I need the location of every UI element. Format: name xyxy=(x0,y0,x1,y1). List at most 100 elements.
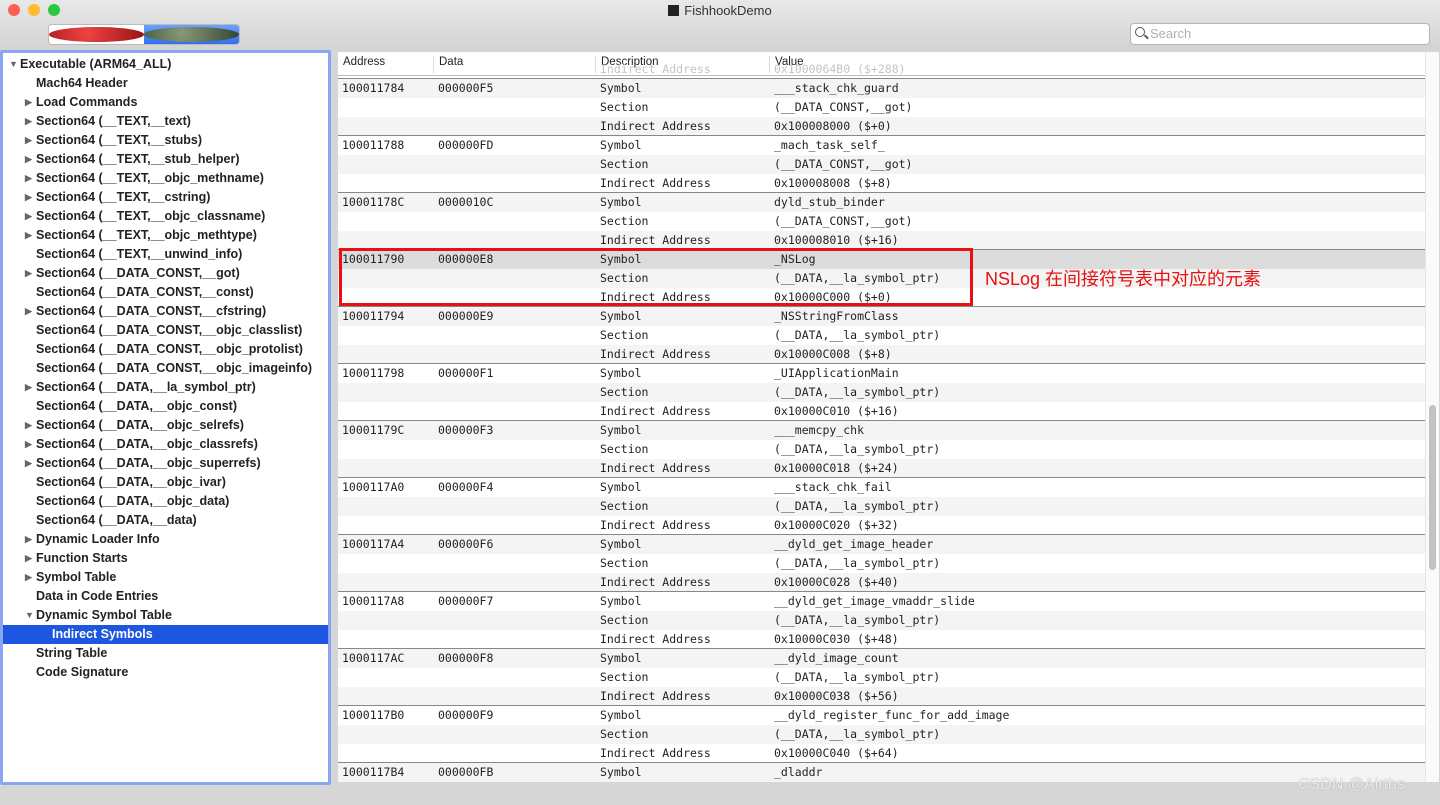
disclosure-closed-icon[interactable]: ▶ xyxy=(25,93,32,112)
segment-raw[interactable] xyxy=(49,25,144,44)
sidebar-item[interactable]: ▶ Symbol Table xyxy=(3,568,328,587)
table-row[interactable]: 100011788 000000FD Symbol _mach_task_self_ xyxy=(338,136,1425,155)
table-row[interactable]: Indirect Address 0x10000C038 ($+56) xyxy=(338,687,1425,706)
sidebar-item[interactable]: ▶ Dynamic Loader Info xyxy=(3,530,328,549)
segment-rva[interactable] xyxy=(144,25,239,44)
disclosure-closed-icon[interactable]: ▶ xyxy=(25,150,32,169)
sidebar-item[interactable]: ▼ Executable (ARM64_ALL) xyxy=(3,55,328,74)
table-row[interactable]: Indirect Address 0x100008000 ($+0) xyxy=(338,117,1425,136)
sidebar-item-label: Section64 (__DATA,__objc_ivar) xyxy=(36,475,226,489)
table-row[interactable]: Section (__DATA_CONST,__got) xyxy=(338,212,1425,231)
sidebar-item[interactable]: Code Signature xyxy=(3,663,328,682)
description-cell: Section xyxy=(600,727,649,741)
table-row[interactable]: 100011798 000000F1 Symbol _UIApplicationMai… xyxy=(338,364,1425,383)
sidebar-item[interactable]: Section64 (__DATA,__objc_const) xyxy=(3,397,328,416)
sidebar-item[interactable]: ▶ Section64 (__DATA_CONST,__got) xyxy=(3,264,328,283)
disclosure-closed-icon[interactable]: ▶ xyxy=(25,169,32,188)
disclosure-open-icon[interactable]: ▼ xyxy=(9,55,18,74)
table-row[interactable]: 1000117B4 000000FB Symbol _dladdr xyxy=(338,763,1425,782)
sidebar-item[interactable]: ▶ Section64 (__TEXT,__stubs) xyxy=(3,131,328,150)
disclosure-closed-icon[interactable]: ▶ xyxy=(25,131,32,150)
sidebar-item[interactable]: Section64 (__DATA_CONST,__objc_classlist… xyxy=(3,321,328,340)
sidebar-item[interactable]: ▶ Function Starts xyxy=(3,549,328,568)
disclosure-closed-icon[interactable]: ▶ xyxy=(25,416,32,435)
sidebar-item[interactable]: Section64 (__DATA,__data) xyxy=(3,511,328,530)
table-row[interactable]: 1000117A0 000000F4 Symbol ___stack_chk_fail xyxy=(338,478,1425,497)
disclosure-closed-icon[interactable]: ▶ xyxy=(25,207,32,226)
value-cell: ___stack_chk_guard xyxy=(774,81,899,95)
disclosure-closed-icon[interactable]: ▶ xyxy=(25,188,32,207)
sidebar-item[interactable]: Indirect Symbols xyxy=(3,625,328,644)
sidebar-item[interactable]: ▶ Load Commands xyxy=(3,93,328,112)
sidebar-item[interactable]: ▶ Section64 (__TEXT,__objc_methname) xyxy=(3,169,328,188)
table-row[interactable]: 10001178C 0000010C Symbol dyld_stub_binder xyxy=(338,193,1425,212)
table-row[interactable]: 1000117A8 000000F7 Symbol __dyld_get_image_… xyxy=(338,592,1425,611)
sidebar-item[interactable]: ▶ Section64 (__DATA,__objc_superrefs) xyxy=(3,454,328,473)
table-row[interactable]: Section (__DATA,__la_symbol_ptr) xyxy=(338,668,1425,687)
sidebar-item[interactable]: ▶ Section64 (__TEXT,__objc_classname) xyxy=(3,207,328,226)
disclosure-closed-icon[interactable]: ▶ xyxy=(25,454,32,473)
table-row[interactable]: Indirect Address 0x10000C020 ($+32) xyxy=(338,516,1425,535)
table-row[interactable]: Section (__DATA,__la_symbol_ptr) xyxy=(338,611,1425,630)
disclosure-open-icon[interactable]: ▼ xyxy=(25,606,34,625)
table-row[interactable]: Section (__DATA_CONST,__got) xyxy=(338,155,1425,174)
disclosure-closed-icon[interactable]: ▶ xyxy=(25,530,32,549)
sidebar-tree[interactable]: ▼ Executable (ARM64_ALL) Mach64 Header ▶ Loa… xyxy=(0,50,331,785)
sidebar-item[interactable]: Mach64 Header xyxy=(3,74,328,93)
disclosure-closed-icon[interactable]: ▶ xyxy=(25,112,32,131)
table-row[interactable]: Indirect Address 0x10000C028 ($+40) xyxy=(338,573,1425,592)
sidebar-item[interactable]: Section64 (__TEXT,__unwind_info) xyxy=(3,245,328,264)
table-row[interactable]: Section (__DATA,__la_symbol_ptr) xyxy=(338,326,1425,345)
data-cell: 0000010C xyxy=(438,195,494,209)
sidebar-item[interactable]: Data in Code Entries xyxy=(3,587,328,606)
sidebar-item[interactable]: ▶ Section64 (__DATA,__la_symbol_ptr) xyxy=(3,378,328,397)
table-row[interactable]: 1000117B0 000000F9 Symbol __dyld_register_f… xyxy=(338,706,1425,725)
table-row[interactable]: Indirect Address 0x10000C018 ($+24) xyxy=(338,459,1425,478)
column-header-data[interactable]: Data xyxy=(433,56,463,73)
sidebar-item[interactable]: Section64 (__DATA,__objc_data) xyxy=(3,492,328,511)
sidebar-item[interactable]: String Table xyxy=(3,644,328,663)
sidebar-item[interactable]: ▶ Section64 (__TEXT,__cstring) xyxy=(3,188,328,207)
sidebar-item[interactable]: Section64 (__DATA_CONST,__objc_protolist… xyxy=(3,340,328,359)
table-row[interactable]: Section (__DATA,__la_symbol_ptr) xyxy=(338,383,1425,402)
sidebar-item[interactable]: ▶ Section64 (__TEXT,__text) xyxy=(3,112,328,131)
sidebar-item[interactable]: ▶ Section64 (__DATA,__objc_classrefs) xyxy=(3,435,328,454)
disclosure-closed-icon[interactable]: ▶ xyxy=(25,302,32,321)
disclosure-closed-icon[interactable]: ▶ xyxy=(25,264,32,283)
table-row[interactable]: Section (__DATA,__la_symbol_ptr) xyxy=(338,554,1425,573)
sidebar-item[interactable]: ▶ Section64 (__DATA,__objc_selrefs) xyxy=(3,416,328,435)
table-row[interactable]: 10001179C 000000F3 Symbol ___memcpy_chk xyxy=(338,421,1425,440)
search-field[interactable]: Search xyxy=(1130,23,1430,45)
sidebar-item[interactable]: Section64 (__DATA_CONST,__objc_imageinfo… xyxy=(3,359,328,378)
scrollbar-thumb[interactable] xyxy=(1429,405,1436,570)
table-row[interactable]: Section (__DATA,__la_symbol_ptr) xyxy=(338,497,1425,516)
disclosure-closed-icon[interactable]: ▶ xyxy=(25,226,32,245)
description-cell: Symbol xyxy=(600,708,642,722)
disclosure-closed-icon[interactable]: ▶ xyxy=(25,435,32,454)
table-row[interactable]: Section (__DATA,__la_symbol_ptr) xyxy=(338,440,1425,459)
sidebar-item[interactable]: Section64 (__DATA,__objc_ivar) xyxy=(3,473,328,492)
indirect-symbols-table[interactable]: Address Data Description Value Indirect … xyxy=(338,52,1425,782)
table-row[interactable]: Section (__DATA_CONST,__got) xyxy=(338,98,1425,117)
sidebar-item[interactable]: ▼ Dynamic Symbol Table xyxy=(3,606,328,625)
sidebar-item[interactable]: ▶ Section64 (__TEXT,__stub_helper) xyxy=(3,150,328,169)
disclosure-closed-icon[interactable]: ▶ xyxy=(25,568,32,587)
table-row[interactable]: Indirect Address 0x10000C008 ($+8) xyxy=(338,345,1425,364)
vertical-scrollbar[interactable] xyxy=(1425,52,1439,782)
table-row[interactable]: 100011784 000000F5 Symbol ___stack_chk_guar… xyxy=(338,79,1425,98)
sidebar-item[interactable]: ▶ Section64 (__DATA_CONST,__cfstring) xyxy=(3,302,328,321)
view-segmented-control[interactable] xyxy=(48,24,240,45)
table-row[interactable]: Indirect Address 0x10000C030 ($+48) xyxy=(338,630,1425,649)
disclosure-closed-icon[interactable]: ▶ xyxy=(25,378,32,397)
disclosure-closed-icon[interactable]: ▶ xyxy=(25,549,32,568)
table-row[interactable]: Indirect Address 0x100008008 ($+8) xyxy=(338,174,1425,193)
table-row[interactable]: Section (__DATA,__la_symbol_ptr) xyxy=(338,725,1425,744)
table-row[interactable]: 1000117AC 000000F8 Symbol __dyld_image_coun… xyxy=(338,649,1425,668)
column-header-address[interactable]: Address xyxy=(338,56,385,73)
sidebar-item[interactable]: Section64 (__DATA_CONST,__const) xyxy=(3,283,328,302)
sidebar-item[interactable]: ▶ Section64 (__TEXT,__objc_methtype) xyxy=(3,226,328,245)
table-row[interactable]: 1000117A4 000000F6 Symbol __dyld_get_image_… xyxy=(338,535,1425,554)
table-row[interactable]: Indirect Address 0x10000C040 ($+64) xyxy=(338,744,1425,763)
table-row[interactable]: Indirect Address 0x10000C010 ($+16) xyxy=(338,402,1425,421)
table-row[interactable]: 100011794 000000E9 Symbol _NSStringFromClas… xyxy=(338,307,1425,326)
